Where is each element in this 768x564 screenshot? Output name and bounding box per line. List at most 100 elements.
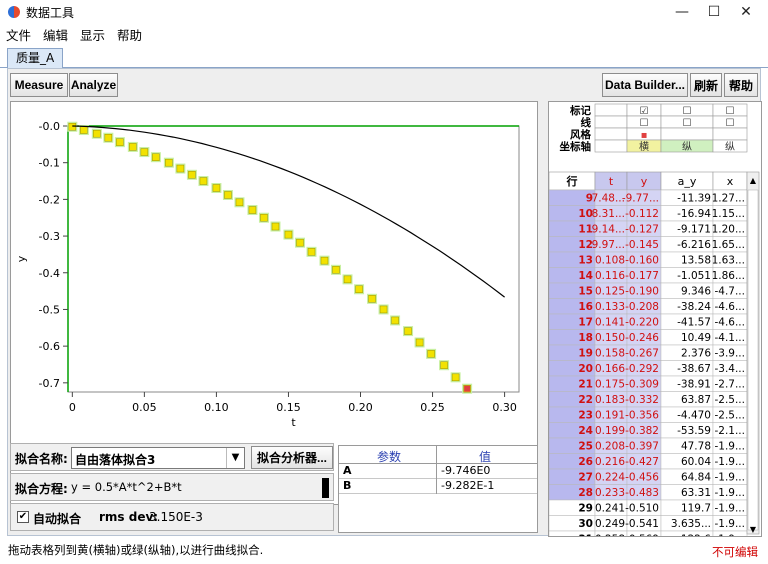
table-cell-text: -0.397 [625, 441, 659, 453]
x-tick-label: 0.05 [132, 401, 157, 414]
config-cell-value: ☐ [640, 118, 649, 129]
table-cell-text: 0.166 [595, 363, 625, 375]
data-point [93, 129, 101, 138]
menu-help[interactable]: 帮助 [117, 25, 142, 44]
table-cell-text: 1.63... [712, 255, 745, 267]
table-cell-text: -0.112 [625, 208, 659, 220]
table-cell-text: 30 [578, 518, 593, 530]
data-point [248, 206, 257, 214]
table-cell-text: -3.9... [714, 348, 745, 360]
data-builder-button[interactable]: Data Builder... [602, 73, 688, 97]
rms-dev-value: 3.150E-3 [149, 510, 203, 524]
table-cell-text: 1.27... [712, 193, 745, 205]
table-cell-text: 0.183 [595, 394, 625, 406]
config-cell [594, 139, 628, 153]
table-cell-text: 0.125 [595, 286, 625, 298]
config-row-label: 风格 [570, 128, 591, 141]
x-tick-label: 0 [69, 401, 76, 414]
fit-equation-label: 拟合方程: [15, 482, 68, 496]
table-cell-text: 0.141 [595, 317, 625, 329]
data-table-panel: 标记 ☑ ☐ ☐ 线 ☐ ☐ ☐ 风格 ▪ 坐标轴横纵纵行 t y a_y x 9 7.48... -9.77..… [548, 101, 762, 547]
table-cell-text: 29 [578, 503, 593, 515]
auto-fit-label: 自动拟合 [33, 512, 82, 526]
menu-view[interactable]: 显示 [80, 25, 105, 44]
close-button[interactable]: ✕ [726, 0, 766, 24]
config-cell-value: ☐ [726, 106, 735, 117]
table-cell-text: -1.9... [714, 487, 745, 499]
fit-analyzer-button[interactable]: 拟合分析器... [251, 446, 333, 469]
y-tick-label: -0.0 [39, 120, 60, 133]
table-cell-text: 9.97... [592, 239, 625, 251]
table-cell-text: 27 [578, 472, 593, 484]
status-bar: 拖动表格列到黄(横轴)或绿(纵轴),以进行曲线拟合. [0, 538, 768, 562]
table-cell-text: -1.9... [714, 456, 745, 468]
param-row[interactable]: A -9.746E0 [339, 464, 537, 479]
param-name: A [343, 464, 352, 477]
x-tick-label: 0.25 [420, 401, 445, 414]
data-table-svg[interactable]: 标记 ☑ ☐ ☐线 ☐ ☐ ☐风格 ▪坐标轴横纵纵行 t y a_y x97.48...-9.77..… [548, 102, 761, 547]
config-cell-value: 纵 [682, 141, 692, 153]
config-cell-value: ☐ [726, 118, 735, 129]
data-point [152, 153, 160, 161]
data-point [368, 295, 376, 303]
measure-button[interactable]: Measure [10, 73, 68, 97]
chevron-down-icon[interactable]: ▼ [226, 448, 244, 468]
analyze-button[interactable]: Analyze [69, 73, 118, 97]
table-cell-text: 0.241 [595, 503, 625, 515]
tab-content: Measure Analyze Data Builder... 刷新 帮助 -0… [7, 68, 762, 547]
menu-file[interactable]: 文件 [6, 25, 31, 44]
table-cell-text: -0.332 [625, 394, 659, 406]
data-point [427, 350, 435, 358]
table-cell-text: 1.86... [712, 270, 745, 282]
data-point [415, 338, 424, 347]
tab-mass-a[interactable]: 质量_A [7, 48, 64, 68]
table-cell-text: 21 [578, 379, 593, 391]
table-cell-text: 22 [578, 394, 593, 406]
table-cell-text: -53.59 [677, 425, 711, 437]
table-cell-text: 28 [578, 487, 593, 499]
table-cell-text: 0.191 [595, 410, 625, 422]
table-cell-text: 18 [578, 332, 593, 344]
menu-edit[interactable]: 编辑 [43, 25, 68, 44]
table-cell-text: 9.346 [681, 286, 711, 298]
table-cell-text: -0.309 [625, 379, 659, 391]
config-row-label: 标记 [569, 104, 591, 117]
data-point [80, 126, 88, 134]
plot-svg[interactable]: -0.0 -0.1 -0.2 -0.3 -0.4 -0.5 -0.6 -0.7 0 0.05 0.1… [11, 102, 537, 438]
y-tick-label: -0.5 [39, 303, 60, 316]
table-cell-text: -0.267 [625, 348, 659, 360]
y-tick-label: -0.7 [39, 377, 60, 390]
data-point [224, 191, 232, 199]
table-cell-text: -0.208 [625, 301, 659, 313]
table-cell-text: 16 [578, 301, 593, 313]
table-cell-text: 9.14... [592, 224, 625, 236]
table-cell-text: 0.233 [595, 487, 625, 499]
table-cell-text: 10.49 [681, 332, 711, 344]
config-cell [712, 127, 748, 141]
table-cell-text: -0.160 [625, 255, 659, 267]
data-point [343, 275, 352, 284]
data-point [188, 171, 196, 179]
table-cell-text: 0.208 [595, 441, 625, 453]
table-cell-text: 64.84 [681, 472, 711, 484]
table-cell-text: -122.6 [677, 534, 711, 537]
param-row[interactable]: B -9.282E-1 [339, 479, 537, 494]
window-title: 数据工具 [26, 5, 75, 20]
table-cell-text: 8.31... [592, 208, 625, 220]
table-cell-text: 7.48... [592, 193, 625, 205]
table-cell-text: 26 [578, 456, 593, 468]
data-point [440, 361, 448, 369]
data-point [307, 248, 316, 256]
table-cell-text: -2.7... [714, 379, 745, 391]
data-point [284, 230, 293, 239]
refresh-button[interactable]: 刷新 [690, 73, 722, 97]
auto-fit-checkbox[interactable]: ✔ [17, 511, 29, 523]
table-cell-text: -0.177 [625, 270, 659, 282]
fit-name-select[interactable]: 自由落体拟合3 ▼ [71, 447, 245, 469]
column-header-label: y [641, 175, 648, 188]
table-cell-text: -1.9... [714, 503, 745, 515]
table-cell-text: -0.510 [625, 503, 659, 515]
config-cell-value: ☐ [683, 106, 692, 117]
data-point [320, 256, 329, 265]
help-button[interactable]: 帮助 [724, 73, 758, 97]
